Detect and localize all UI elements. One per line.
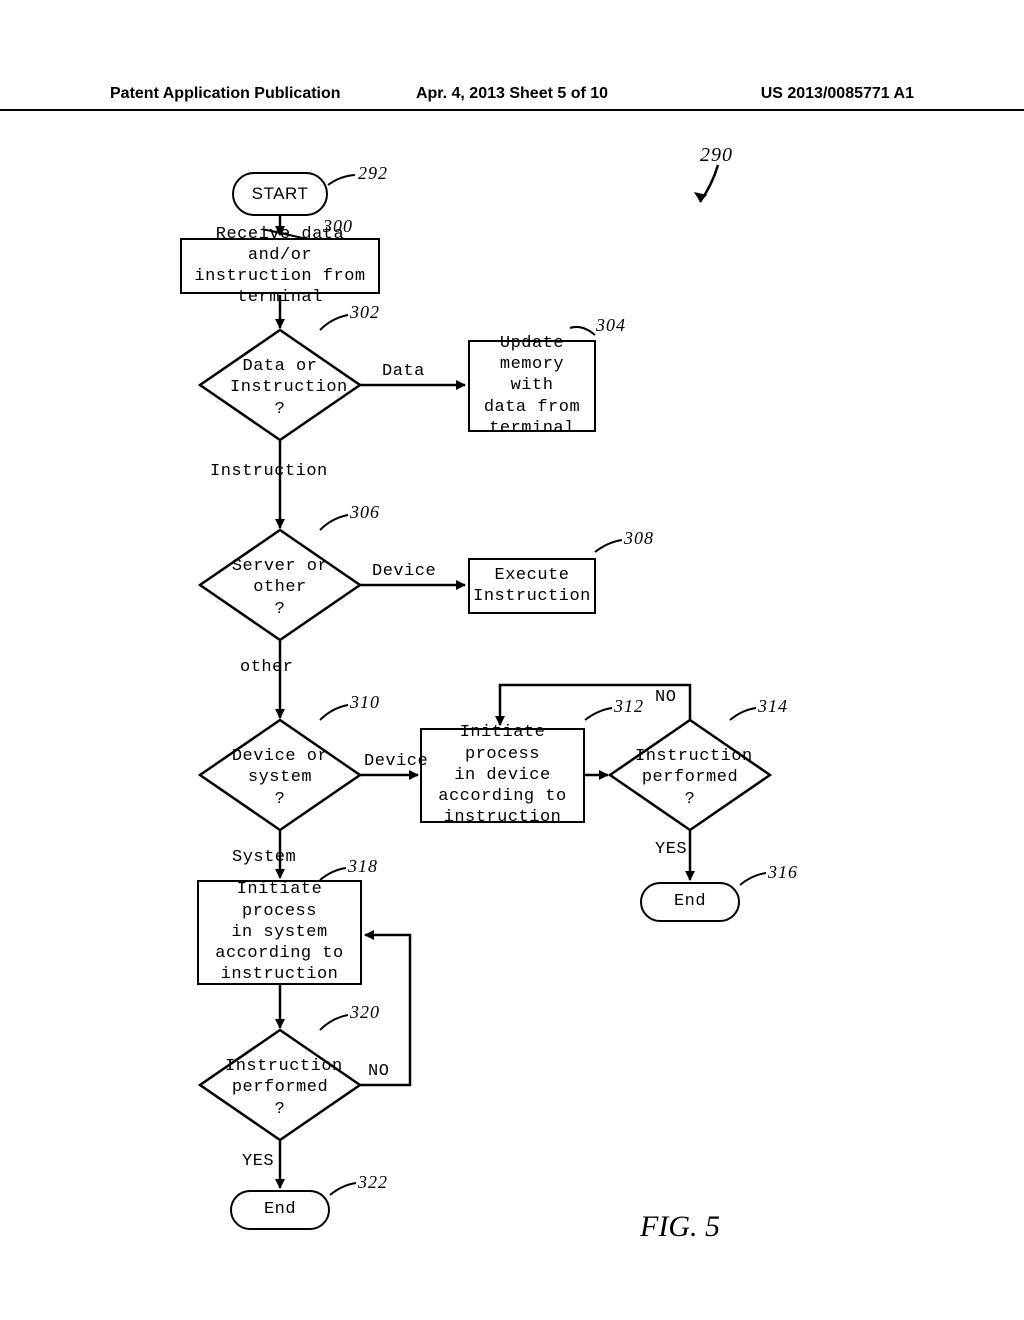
ref-320: 320 <box>350 1002 380 1023</box>
figure-caption: FIG. 5 <box>640 1210 720 1244</box>
page: Patent Application Publication Apr. 4, 2… <box>0 0 1024 1320</box>
header-left: Patent Application Publication <box>110 85 378 103</box>
terminator-end-316: End <box>640 882 740 922</box>
header-right: US 2013/0085771 A1 <box>646 85 914 103</box>
ref-290: 290 <box>700 144 733 167</box>
decision-314-label: Instructionperformed? <box>635 746 745 810</box>
process-312: Initiate processin deviceaccording toins… <box>420 728 585 823</box>
edge-label-other: other <box>240 658 294 677</box>
header-center: Apr. 4, 2013 Sheet 5 of 10 <box>378 85 646 103</box>
ref-322: 322 <box>358 1172 388 1193</box>
decision-306-label: Server orother? <box>225 556 335 620</box>
flowchart-canvas: START Receive data and/orinstruction fro… <box>0 160 1024 1260</box>
ref-302: 302 <box>350 302 380 323</box>
ref-318: 318 <box>348 856 378 877</box>
decision-320-label: Instructionperformed? <box>225 1056 335 1120</box>
decision-310-label: Device orsystem? <box>225 746 335 810</box>
process-308: ExecuteInstruction <box>468 558 596 614</box>
edge-label-system: System <box>232 848 296 867</box>
page-header: Patent Application Publication Apr. 4, 2… <box>0 85 1024 111</box>
terminator-end-322: End <box>230 1190 330 1230</box>
edge-label-314-no: NO <box>655 688 676 707</box>
edge-label-data: Data <box>382 362 425 381</box>
edge-label-320-yes: YES <box>242 1152 274 1171</box>
ref-310: 310 <box>350 692 380 713</box>
edge-label-device-306: Device <box>372 562 436 581</box>
edge-label-instruction: Instruction <box>210 462 328 481</box>
decision-302-label: Data orInstruction? <box>230 356 330 420</box>
edge-label-320-no: NO <box>368 1062 389 1081</box>
ref-304: 304 <box>596 315 626 336</box>
ref-300: 300 <box>323 216 353 237</box>
process-304: Updatememory withdata fromterminal <box>468 340 596 432</box>
flowchart-lines <box>0 160 1024 1260</box>
edge-label-device-310: Device <box>364 752 428 771</box>
process-318: Initiate processin systemaccording toins… <box>197 880 362 985</box>
edge-label-314-yes: YES <box>655 840 687 859</box>
ref-312: 312 <box>614 696 644 717</box>
ref-314: 314 <box>758 696 788 717</box>
ref-292: 292 <box>358 163 388 184</box>
process-300: Receive data and/orinstruction from term… <box>180 238 380 294</box>
ref-316: 316 <box>768 862 798 883</box>
ref-308: 308 <box>624 528 654 549</box>
terminator-start: START <box>232 172 328 216</box>
ref-306: 306 <box>350 502 380 523</box>
